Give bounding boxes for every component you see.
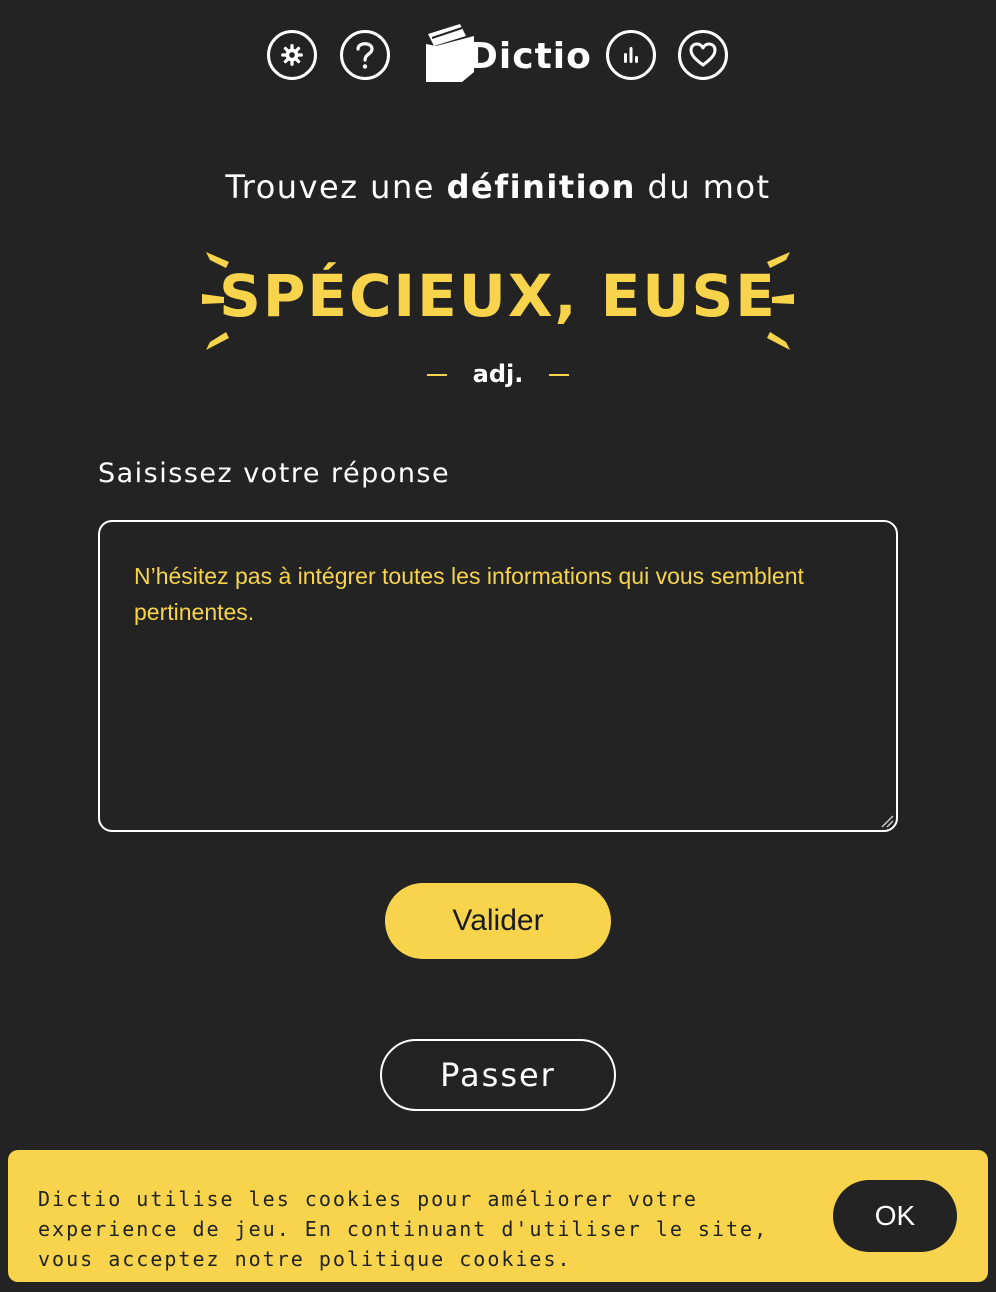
instruction-heading: Trouvez une définition du mot bbox=[0, 168, 996, 206]
settings-icon bbox=[281, 44, 303, 66]
stats-icon bbox=[624, 47, 638, 63]
header: Dictio bbox=[0, 0, 996, 110]
answer-label: Saisissez votre réponse bbox=[98, 458, 451, 489]
heart-icon bbox=[689, 42, 717, 67]
instruction-prefix: Trouvez une bbox=[225, 168, 447, 206]
dash-right bbox=[549, 374, 570, 376]
stats-button[interactable] bbox=[606, 30, 656, 80]
help-button[interactable] bbox=[340, 30, 390, 80]
skip-button[interactable]: Passer bbox=[380, 1039, 616, 1111]
dash-left bbox=[426, 374, 447, 376]
word-category: adj. bbox=[472, 360, 524, 388]
favorites-button[interactable] bbox=[678, 30, 728, 80]
right-sparkle-icon bbox=[767, 252, 794, 350]
cookie-text: Dictio utilise les cookies pour améliore… bbox=[38, 1187, 769, 1271]
logo-text: Dictio bbox=[468, 36, 592, 77]
instruction-emphasis: définition bbox=[446, 168, 636, 206]
cookie-ok-button[interactable]: OK bbox=[833, 1180, 957, 1252]
help-icon bbox=[356, 42, 374, 69]
instruction-suffix: du mot bbox=[635, 168, 771, 206]
resize-handle-icon[interactable] bbox=[880, 814, 894, 828]
dictio-logo[interactable]: Dictio bbox=[422, 20, 591, 86]
target-word: SPÉCIEUX, EUSE bbox=[219, 262, 777, 330]
settings-button[interactable] bbox=[267, 30, 317, 80]
cookie-banner: Dictio utilise les cookies pour améliore… bbox=[8, 1150, 988, 1282]
validate-button[interactable]: Valider bbox=[385, 883, 611, 959]
answer-textarea[interactable] bbox=[98, 520, 898, 832]
part-of-speech: adj. bbox=[0, 360, 996, 388]
